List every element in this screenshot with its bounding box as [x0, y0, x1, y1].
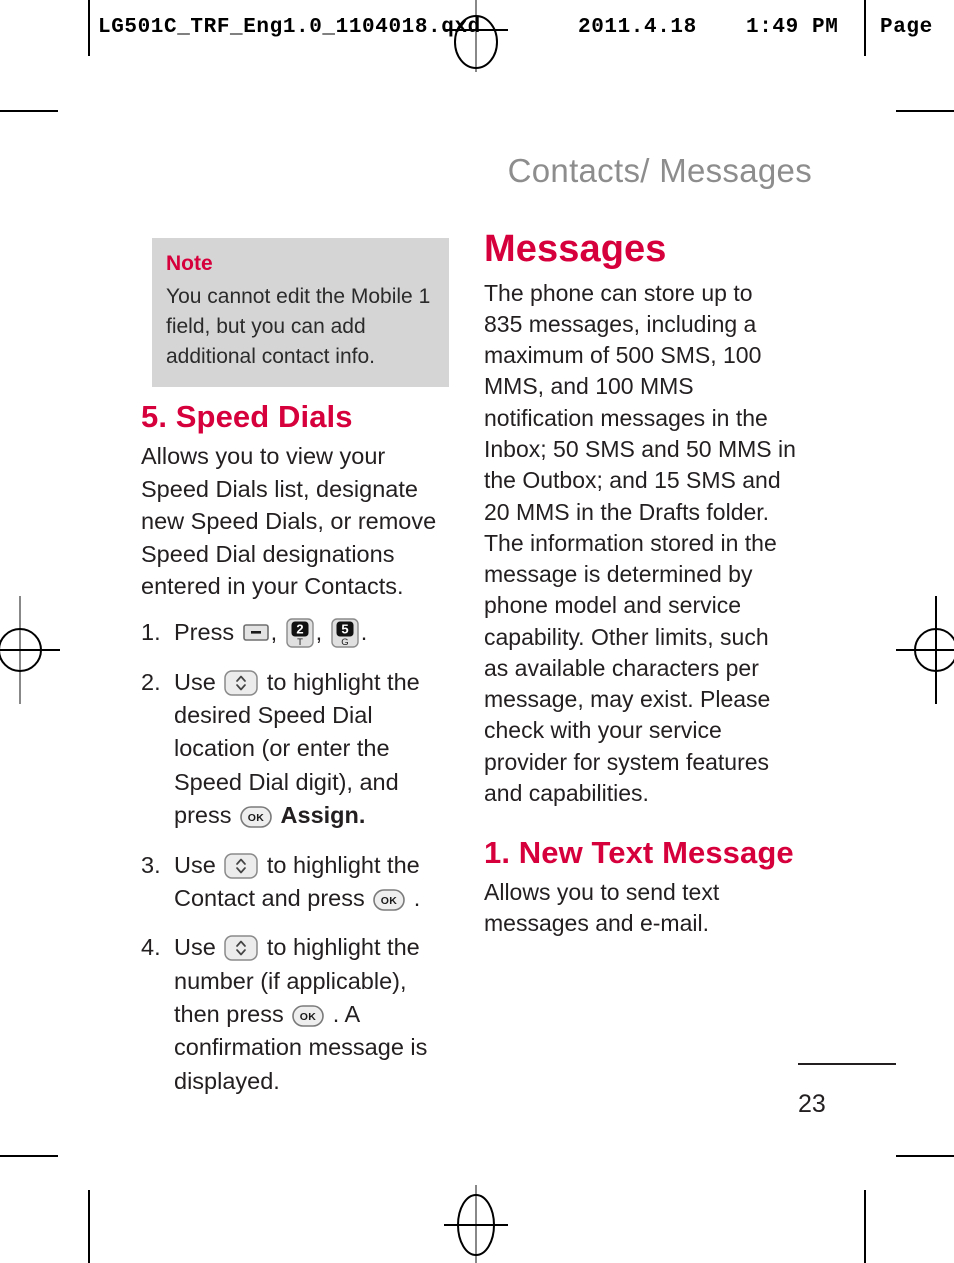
section-heading-speed-dials: 5. Speed Dials: [141, 398, 353, 434]
step-number: 1.: [141, 619, 161, 646]
svg-text:2: 2: [296, 622, 303, 637]
step-list: 1. Press , 2T, 5 G. 2. Use to highlight the …: [141, 616, 453, 1098]
svg-text:OK: OK: [248, 812, 265, 824]
svg-text:G: G: [341, 637, 348, 648]
step-number: 2.: [141, 668, 161, 695]
step-item: 2. Use to highlight the desired Speed Dia…: [141, 666, 453, 833]
ok-key-icon: OK: [373, 889, 406, 911]
note-callout: Note You cannot edit the Mobile 1 field,…: [152, 238, 449, 387]
step-number: 3.: [141, 851, 161, 878]
note-body: You cannot edit the Mobile 1 field, but …: [166, 285, 431, 368]
ok-key-icon: OK: [292, 1005, 325, 1027]
svg-text:5: 5: [341, 622, 348, 637]
keypad-5-g-icon: 5G: [331, 618, 359, 648]
section-intro-paragraph: Allows you to view your Speed Dials list…: [141, 443, 437, 599]
messages-paragraph: The phone can store up to 835 messages, …: [484, 279, 796, 806]
page-number: 23: [798, 1090, 826, 1118]
note-title: Note: [166, 252, 213, 275]
running-head: Contacts/ Messages: [507, 152, 812, 189]
left-column: Note You cannot edit the Mobile 1 field,…: [141, 238, 453, 1114]
menu-key-icon: [242, 624, 269, 642]
navigation-updown-key-icon: [224, 669, 259, 696]
ok-key-icon: OK: [240, 806, 272, 828]
step-item: 1. Press , 2T, 5G.: [141, 616, 453, 649]
folio-rule: [798, 1063, 896, 1065]
navigation-updown-key-icon: [224, 935, 259, 961]
step-emphasis: Assign.: [280, 802, 366, 829]
right-column: Messages The phone can store up to 835 m…: [484, 228, 796, 947]
step-number: 4.: [141, 934, 161, 961]
subsection-body: Allows you to send text messages and e-m…: [484, 878, 720, 937]
manual-page: Contacts/ Messages Note You cannot edit …: [0, 0, 954, 1263]
subsection-heading-new-text-message: 1. New Text Message: [484, 835, 794, 871]
svg-text:OK: OK: [381, 895, 398, 907]
section-heading-messages: Messages: [484, 228, 667, 270]
svg-text:OK: OK: [300, 1011, 317, 1023]
svg-text:T: T: [297, 637, 303, 648]
step-item: 3. Use to highlight the Contact and press…: [141, 849, 453, 916]
step-item: 4. Use to highlight the number (if applic…: [141, 931, 453, 1098]
navigation-updown-key-icon: [224, 852, 259, 879]
keypad-2-t-icon: 2T: [285, 618, 314, 648]
